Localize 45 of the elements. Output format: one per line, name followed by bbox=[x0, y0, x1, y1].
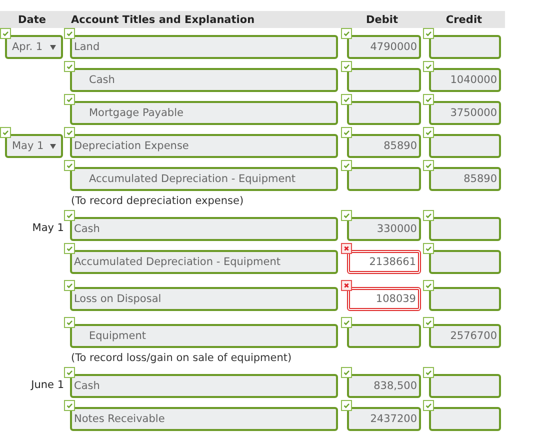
account-field[interactable]: Accumulated Depreciation - Equipment bbox=[70, 167, 338, 191]
account-field[interactable]: Cash bbox=[70, 68, 338, 92]
credit-field[interactable] bbox=[429, 35, 501, 59]
debit-field[interactable]: 838,500 bbox=[347, 374, 421, 398]
account-field[interactable]: Depreciation Expense bbox=[70, 134, 338, 158]
debit-field[interactable]: 4790000 bbox=[347, 35, 421, 59]
debit-field[interactable] bbox=[347, 167, 421, 191]
debit-field[interactable]: 330000 bbox=[347, 217, 421, 241]
column-header: Account Titles and Explanation bbox=[70, 14, 256, 26]
account-field[interactable]: Equipment bbox=[70, 324, 338, 348]
account-field[interactable]: Accumulated Depreciation - Equipment bbox=[70, 250, 338, 274]
credit-field[interactable]: 1040000 bbox=[429, 68, 501, 92]
debit-field[interactable] bbox=[347, 101, 421, 125]
credit-field[interactable]: 3750000 bbox=[429, 101, 501, 125]
date-label: May 1 bbox=[32, 222, 64, 234]
debit-field[interactable]: 85890 bbox=[347, 134, 421, 158]
credit-field[interactable]: 85890 bbox=[429, 167, 501, 191]
debit-field[interactable]: 2138661 bbox=[347, 250, 421, 274]
account-field[interactable]: Loss on Disposal bbox=[70, 287, 338, 311]
debit-field[interactable]: 2437200 bbox=[347, 407, 421, 431]
credit-field[interactable] bbox=[429, 374, 501, 398]
date-select[interactable]: Apr. 1 bbox=[5, 35, 63, 59]
credit-field[interactable] bbox=[429, 407, 501, 431]
account-field[interactable]: Mortgage Payable bbox=[70, 101, 338, 125]
credit-field[interactable] bbox=[429, 287, 501, 311]
account-field[interactable]: Cash bbox=[70, 217, 338, 241]
debit-field[interactable]: 108039 bbox=[347, 287, 421, 311]
debit-field[interactable] bbox=[347, 324, 421, 348]
column-header: Credit bbox=[444, 14, 484, 26]
credit-field[interactable]: 2576700 bbox=[429, 324, 501, 348]
date-select[interactable]: May 1 bbox=[5, 134, 63, 158]
account-field[interactable]: Cash bbox=[70, 374, 338, 398]
account-field[interactable]: Notes Receivable bbox=[70, 407, 338, 431]
account-field[interactable]: Land bbox=[70, 35, 338, 59]
caret-icon bbox=[50, 44, 56, 50]
explanation-note: (To record depreciation expense) bbox=[70, 194, 245, 209]
credit-field[interactable] bbox=[429, 217, 501, 241]
caret-icon bbox=[50, 144, 56, 148]
date-label: June 1 bbox=[31, 379, 64, 391]
credit-field[interactable] bbox=[429, 134, 501, 158]
column-header: Debit bbox=[365, 14, 399, 26]
explanation-note: (To record loss/gain on sale of equipment) bbox=[70, 351, 293, 366]
debit-field[interactable] bbox=[347, 68, 421, 92]
column-header: Date bbox=[17, 14, 47, 26]
credit-field[interactable] bbox=[429, 250, 501, 274]
